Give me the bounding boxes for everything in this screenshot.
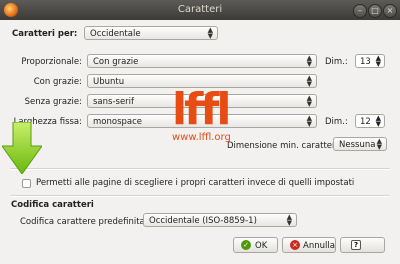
sans-value: sans-serif — [93, 97, 135, 107]
lffl-logo-text: lffl — [172, 84, 228, 135]
lffl-logo: lffl www.lffl.org — [172, 84, 231, 143]
allow-pages-label: Permetti alle pagine di scegliere i prop… — [36, 178, 355, 188]
proportional-size-select[interactable]: 13 ▲ ▼ — [355, 54, 385, 68]
updown-arrows-icon: ▲ ▼ — [286, 213, 292, 227]
encoding-section-title: Codifica caratteri — [11, 200, 94, 210]
updown-arrows-icon: ▲ ▼ — [306, 94, 312, 108]
serif-label: Con grazie: — [33, 77, 82, 87]
updown-arrows-icon: ▲ ▼ — [375, 114, 381, 128]
serif-value: Ubuntu — [93, 77, 125, 87]
lffl-url-text: www.lffl.org — [172, 132, 231, 143]
ok-button[interactable]: ✓ OK — [233, 237, 278, 253]
updown-arrows-icon: ▲ ▼ — [376, 137, 382, 151]
proportional-size-value: 13 — [360, 57, 371, 67]
min-size-select[interactable]: Nessuna ▲ ▼ — [333, 137, 387, 151]
green-down-arrow-icon — [2, 122, 42, 174]
mono-size-select[interactable]: 12 ▲ ▼ — [355, 114, 385, 128]
encoding-label: Codifica carattere predefinita: — [20, 217, 148, 227]
minimize-button[interactable]: – — [353, 4, 367, 18]
cancel-button[interactable]: × Annulla — [282, 237, 336, 253]
allow-pages-checkbox[interactable] — [22, 179, 31, 188]
updown-arrows-icon: ▲ ▼ — [306, 54, 312, 68]
mono-value: monospace — [93, 117, 143, 127]
proportional-label: Proporzionale: — [21, 57, 82, 67]
proportional-select[interactable]: Con grazie ▲ ▼ — [87, 54, 317, 68]
cancel-label: Annulla — [303, 241, 335, 251]
maximize-button[interactable]: □ — [368, 4, 382, 18]
separator — [10, 168, 390, 170]
updown-arrows-icon: ▲ ▼ — [207, 26, 213, 40]
separator — [10, 195, 390, 197]
fonts-for-select[interactable]: Occidentale ▲ ▼ — [84, 26, 218, 40]
proportional-size-label: Dim.: — [325, 57, 348, 67]
encoding-select[interactable]: Occidentale (ISO-8859-1) ▲ ▼ — [143, 213, 297, 227]
updown-arrows-icon: ▲ ▼ — [306, 114, 312, 128]
help-icon: ? — [351, 240, 361, 250]
ok-icon: ✓ — [241, 240, 251, 250]
ok-label: OK — [255, 241, 268, 251]
help-button[interactable]: ? — [340, 237, 385, 253]
cancel-icon: × — [290, 240, 300, 250]
fonts-for-value: Occidentale — [90, 29, 141, 39]
updown-arrows-icon: ▲ ▼ — [375, 54, 381, 68]
window-title: Caratteri — [177, 4, 223, 15]
min-size-value: Nessuna — [339, 140, 376, 150]
mono-size-label: Dim.: — [325, 117, 348, 127]
sans-label: Senza grazie: — [24, 97, 82, 107]
proportional-value: Con grazie — [93, 57, 139, 67]
close-button[interactable]: × — [383, 4, 397, 18]
encoding-value: Occidentale (ISO-8859-1) — [149, 216, 257, 226]
title-bar: Caratteri – □ × — [0, 0, 400, 20]
updown-arrows-icon: ▲ ▼ — [306, 74, 312, 88]
fonts-for-label: Caratteri per: — [12, 29, 78, 39]
mono-size-value: 12 — [360, 117, 371, 127]
